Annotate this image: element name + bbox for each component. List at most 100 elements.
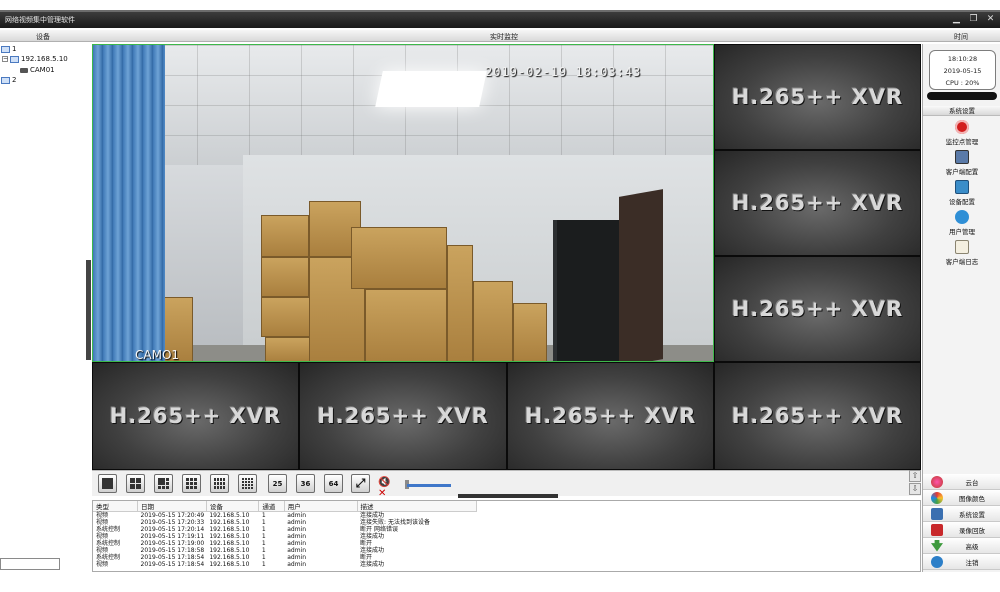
mute-icon[interactable]: 🔇✕ <box>378 477 394 499</box>
client-config-button[interactable]: 客户端配置 <box>923 150 1000 180</box>
log-row[interactable]: 视频 2019-05-15 17:20:49 192.168.5.10 1 admin 连… <box>93 512 477 520</box>
minimize-icon[interactable]: ▁ <box>951 14 962 25</box>
restore-icon[interactable]: ❐ <box>968 14 979 25</box>
playback-button[interactable]: 录像回放 <box>923 522 1000 538</box>
tree-collapse-handle[interactable] <box>86 260 91 360</box>
log-row[interactable]: 系统控制 2019-05-15 17:20:14 192.168.5.10 1 admi… <box>93 526 477 533</box>
log-row[interactable]: 视频 2019-05-15 17:18:58 192.168.5.10 1 admin 连… <box>93 547 477 554</box>
device-config-button[interactable]: 设备配置 <box>923 180 1000 210</box>
device-config-icon <box>955 180 969 194</box>
log-cell: 2019-05-15 17:19:00 <box>140 540 205 547</box>
camera-view-slot[interactable]: H.265++ XVR <box>299 362 507 470</box>
log-row[interactable]: 视频 2019-05-15 17:20:33 192.168.5.10 1 admin 连… <box>93 519 477 526</box>
logout-button[interactable]: 注销 <box>923 554 1000 570</box>
logout-icon <box>931 555 943 568</box>
log-cell: 系统控制 <box>96 554 121 561</box>
user-management-button[interactable]: 用户管理 <box>923 210 1000 240</box>
clock-date: 2019-05-15 <box>943 67 982 75</box>
log-cell: 192.168.5.10 <box>209 526 250 533</box>
scroll-down-icon[interactable]: ⇩ <box>909 483 921 495</box>
users-icon <box>955 210 969 224</box>
layout-12-button[interactable] <box>210 474 229 493</box>
layout-64-button[interactable]: 64 <box>324 474 343 493</box>
camera-view-slot[interactable]: H.265++ XVR <box>714 256 921 362</box>
tree-node-camera[interactable]: CAM01 <box>20 66 55 74</box>
log-cell: admin <box>287 554 307 561</box>
right-panel: 18:10:28 2019-05-15 CPU : 20% 系统设置 监控点管理… <box>922 44 1000 474</box>
tree-search: ⌕ ↻ <box>0 558 91 572</box>
event-log: 类型 日期 设备 通道 用户 描述 视频 2019-05-15 17:20:49 1… <box>92 500 921 572</box>
app-window: 网络视频集中管理软件 ▁ ❐ ✕ 设备 实时监控 时间 1 − 192.168.… <box>0 0 1000 592</box>
log-row[interactable]: 系统控制 2019-05-15 17:19:00 192.168.5.10 1 admi… <box>93 540 477 547</box>
monitor-point-button[interactable]: 监控点管理 <box>923 120 1000 150</box>
tree-node-group-1[interactable]: 1 <box>1 45 16 53</box>
video-grid: 2019-02-19 18:03:43 CAMO1 H.265++ XVR H.… <box>92 44 921 470</box>
log-cell: 系统控制 <box>96 540 121 547</box>
log-col-date[interactable]: 日期 <box>137 501 207 512</box>
collapse-icon[interactable]: − <box>2 56 8 62</box>
log-cell: 192.168.5.10 <box>209 561 250 568</box>
volume-slider[interactable] <box>407 484 451 487</box>
playback-icon <box>931 523 943 536</box>
camera-view-slot[interactable]: H.265++ XVR <box>714 150 921 256</box>
log-cell: admin <box>287 533 307 540</box>
log-cell: admin <box>287 561 307 568</box>
log-cell: 2019-05-15 17:18:58 <box>140 547 205 554</box>
device-icon <box>10 55 19 63</box>
log-cell: 视频 <box>96 561 109 568</box>
log-cell: 断开 <box>360 540 373 547</box>
system-settings-button[interactable]: 系统设置 <box>923 506 1000 522</box>
log-col-user[interactable]: 用户 <box>284 501 358 512</box>
log-cell: 连接成功 <box>360 533 385 540</box>
log-row[interactable]: 视频 2019-05-15 17:19:11 192.168.5.10 1 admin 连… <box>93 533 477 540</box>
log-cell: 2019-05-15 17:19:11 <box>140 533 205 540</box>
log-icon <box>955 240 969 254</box>
system-settings-header: 系统设置 <box>923 106 1000 116</box>
log-cell: 2019-05-15 17:18:54 <box>140 561 205 568</box>
log-cell: 1 <box>261 561 266 568</box>
log-col-desc[interactable]: 描述 <box>357 501 478 512</box>
log-col-type[interactable]: 类型 <box>93 501 139 512</box>
layout-9-button[interactable] <box>182 474 201 493</box>
tree-node-group-2[interactable]: 2 <box>1 76 16 84</box>
log-cell: 视频 <box>96 512 109 519</box>
log-cell: 视频 <box>96 547 109 554</box>
status-bar <box>927 92 997 100</box>
camera-view-main[interactable]: 2019-02-19 18:03:43 CAMO1 <box>92 44 714 362</box>
panel-splitter[interactable] <box>458 494 558 498</box>
layout-25-button[interactable]: 25 <box>268 474 287 493</box>
log-cell: 1 <box>261 554 266 561</box>
tree-search-input[interactable] <box>0 558 60 570</box>
client-log-button[interactable]: 客户端日志 <box>923 240 1000 270</box>
log-cell: 连接成功 <box>360 512 385 519</box>
log-cell: admin <box>287 526 307 533</box>
layout-4-button[interactable] <box>126 474 145 493</box>
log-cell: 1 <box>261 547 266 554</box>
camera-view-slot[interactable]: H.265++ XVR <box>714 44 921 150</box>
log-cell: 2019-05-15 17:20:14 <box>140 526 205 533</box>
ptz-button[interactable]: 云台 <box>923 474 1000 490</box>
log-row[interactable]: 系统控制 2019-05-15 17:18:54 192.168.5.10 1 admi… <box>93 554 477 561</box>
camera-view-slot[interactable]: H.265++ XVR <box>714 362 921 470</box>
layout-36-button[interactable]: 36 <box>296 474 315 493</box>
log-col-device[interactable]: 设备 <box>206 501 260 512</box>
log-col-channel[interactable]: 通道 <box>258 501 285 512</box>
advanced-button[interactable]: 高级 <box>923 538 1000 554</box>
log-cell: 断开 <box>360 554 373 561</box>
curtain <box>93 45 165 361</box>
camera-icon <box>20 67 28 73</box>
camera-view-slot[interactable]: H.265++ XVR <box>92 362 299 470</box>
layout-1-button[interactable] <box>98 474 117 493</box>
image-color-button[interactable]: 图像颜色 <box>923 490 1000 506</box>
scroll-up-icon[interactable]: ⇧ <box>909 470 921 482</box>
fullscreen-button[interactable]: ⤢ <box>351 474 370 493</box>
tree-node-device[interactable]: − 192.168.5.10 <box>2 55 68 63</box>
layout-6-button[interactable] <box>154 474 173 493</box>
log-cell: admin <box>287 547 307 554</box>
color-icon <box>931 491 943 504</box>
log-cell: 1 <box>261 540 266 547</box>
camera-view-slot[interactable]: H.265++ XVR <box>507 362 714 470</box>
close-icon[interactable]: ✕ <box>985 14 996 25</box>
layout-16-button[interactable] <box>238 474 257 493</box>
log-row[interactable]: 视频 2019-05-15 17:18:54 192.168.5.10 1 admin 连… <box>93 561 477 568</box>
